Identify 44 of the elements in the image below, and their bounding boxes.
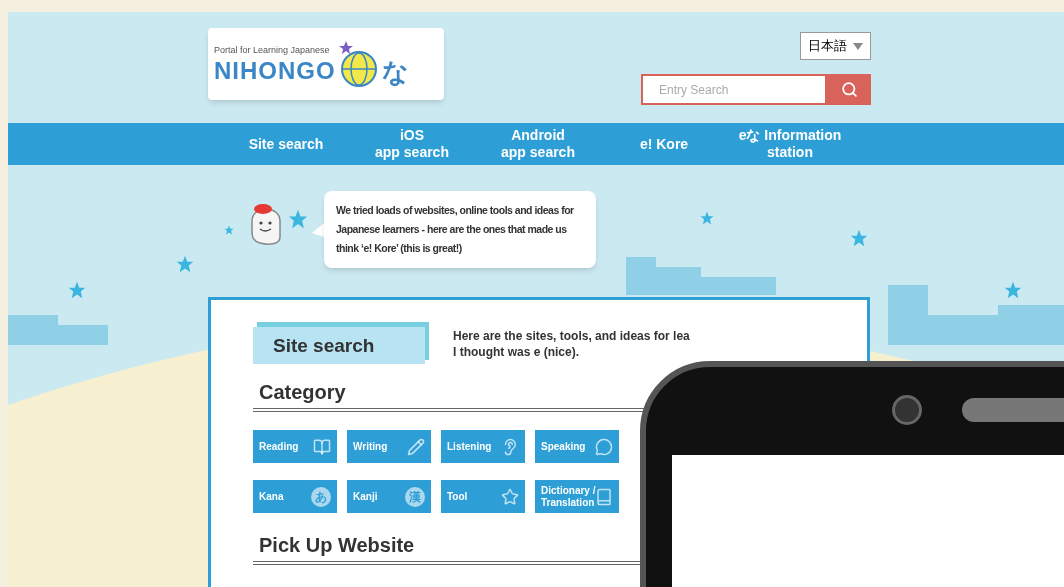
- star-icon: [501, 487, 519, 506]
- star-icon: [224, 225, 234, 235]
- logo-card[interactable]: Portal for Learning Japanese NIHONGO な: [208, 28, 444, 100]
- nav-link[interactable]: iOS app search: [349, 127, 475, 161]
- star-icon: [700, 211, 714, 225]
- category-button[interactable]: Writing: [347, 430, 431, 463]
- intro-text: Here are the sites, tools, and ideas for lea: [453, 328, 690, 344]
- star-icon: [68, 281, 86, 299]
- globe-logo-icon: [337, 39, 380, 89]
- category-button[interactable]: Tool: [441, 480, 525, 513]
- speech-bubble: We tried loads of websites, online tools and ideas for Japanese learners - here are the ones that made us think ‘e! Kore’ (this is great!): [324, 191, 596, 268]
- speech-bubble-icon: [595, 437, 613, 456]
- bubble-tail-icon: [312, 222, 324, 237]
- caret-icon: [853, 42, 863, 50]
- book-icon: [313, 437, 331, 456]
- category-button[interactable]: Listening: [441, 430, 525, 463]
- camera-icon: [892, 395, 922, 425]
- nav-link[interactable]: Site search: [223, 135, 349, 153]
- pencil-icon: [407, 437, 425, 456]
- nav-link[interactable]: Android app search: [475, 127, 601, 161]
- category-button[interactable]: Reading: [253, 430, 337, 463]
- nav-link[interactable]: e! Kore: [601, 135, 727, 153]
- star-icon: [288, 209, 308, 229]
- category-button[interactable]: Speaking: [535, 430, 619, 463]
- search-icon: [840, 81, 858, 98]
- language-select[interactable]: 日本語: [800, 32, 871, 60]
- category-button[interactable]: Kana あ: [253, 480, 337, 513]
- logo-tagline: Portal for Learning Japanese: [214, 44, 331, 58]
- book-icon: [595, 487, 614, 506]
- glyph-icon: 漢: [405, 486, 425, 507]
- category-button[interactable]: Dictionary / Translation: [535, 480, 619, 513]
- category-button[interactable]: Kanji 漢: [347, 480, 431, 513]
- intro-text: I thought was e (nice).: [453, 344, 580, 360]
- logo-kana: な: [381, 55, 409, 89]
- search-field[interactable]: Entry Search: [641, 74, 827, 105]
- star-icon: [850, 229, 868, 247]
- logo-wordmark: NIHONGO: [214, 57, 336, 84]
- star-icon: [1004, 281, 1022, 299]
- page-title: Site search: [253, 327, 425, 364]
- search-button[interactable]: [827, 74, 871, 105]
- speaker-grille-icon: [962, 398, 1064, 422]
- star-icon: [176, 255, 194, 273]
- nav-link[interactable]: eな Information station: [727, 127, 853, 161]
- glyph-icon: あ: [311, 486, 331, 507]
